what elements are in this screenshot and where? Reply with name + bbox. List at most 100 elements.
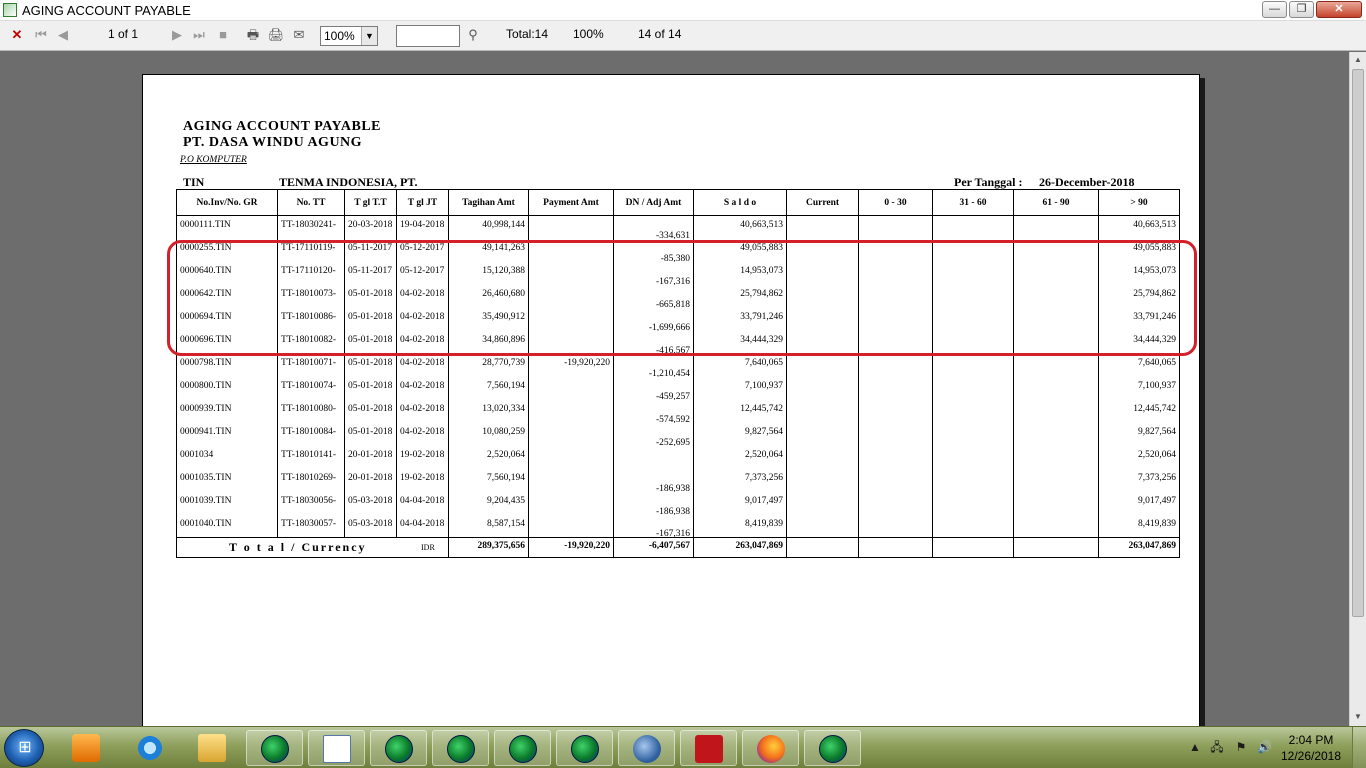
aging-over-90-cell: 7,640,065	[1098, 353, 1180, 377]
print-icon[interactable]: 🖶	[244, 26, 262, 44]
payment-amount-cell	[528, 514, 614, 538]
aging-31-60-cell	[932, 445, 1014, 469]
aging-over-90-cell: 2,520,064	[1098, 445, 1180, 469]
action-center-flag-icon[interactable]: ⚑	[1234, 740, 1248, 754]
column-header: T gl JT	[396, 189, 449, 216]
report-page: AGING ACCOUNT PAYABLE PT. DASA WINDU AGU…	[142, 74, 1200, 726]
table-row: 0000939.TIN TT-18010080- 05-01-2018 04-02-2…	[176, 399, 1180, 423]
current-cell	[786, 215, 859, 239]
total-over-90: 263,047,869	[1098, 537, 1180, 558]
taskbar-thunderbird[interactable]	[618, 730, 675, 766]
window-title: AGING ACCOUNT PAYABLE	[22, 3, 191, 18]
chevron-down-icon[interactable]: ▼	[361, 27, 377, 45]
invoice-number-cell: 0000798.TIN	[176, 353, 278, 377]
vertical-scrollbar[interactable]: ▲ ▼	[1349, 52, 1366, 726]
current-cell	[786, 491, 859, 515]
aging-over-90-cell: 8,419,839	[1098, 514, 1180, 538]
taskbar-spreadsheet[interactable]	[308, 730, 365, 766]
zoom-select[interactable]: 100% ▼	[320, 26, 378, 46]
previous-page-icon[interactable]: ◀	[54, 26, 72, 44]
taskbar-app-5[interactable]	[556, 730, 613, 766]
aging-61-90-cell	[1013, 491, 1099, 515]
export-icon[interactable]: ✉	[290, 26, 308, 44]
internet-explorer-icon	[136, 734, 164, 762]
stop-icon[interactable]: ■	[214, 26, 232, 44]
tt-number-cell: TT-18030241-	[277, 215, 345, 239]
close-button[interactable]: ✕	[1316, 1, 1362, 18]
invoice-number-cell: 0000800.TIN	[176, 376, 278, 400]
dn-adj-amount-cell: -459,257	[613, 376, 694, 400]
aging-0-30-cell	[858, 445, 933, 469]
column-header: 0 - 30	[858, 189, 933, 216]
search-text-input[interactable]	[396, 25, 460, 47]
payment-amount-cell	[528, 422, 614, 446]
tgl-tt-cell: 05-01-2018	[344, 376, 397, 400]
invoice-number-cell: 0000941.TIN	[176, 422, 278, 446]
invoice-number-cell: 0001039.TIN	[176, 491, 278, 515]
close-report-icon[interactable]: ✕	[8, 26, 26, 44]
dn-adj-amount-cell: -334,631	[613, 215, 694, 239]
aging-31-60-cell	[932, 514, 1014, 538]
tgl-tt-cell: 20-03-2018	[344, 215, 397, 239]
total-tagihan: 289,375,656	[448, 537, 529, 558]
total-label: T o t a l / Currency	[229, 540, 367, 554]
window-titlebar: AGING ACCOUNT PAYABLE — ❐ ✕	[0, 0, 1366, 21]
tagihan-amount-cell: 28,770,739	[448, 353, 529, 377]
payment-amount-cell	[528, 468, 614, 492]
currency-label: IDR	[421, 543, 435, 552]
taskbar-pdf-reader[interactable]	[680, 730, 737, 766]
show-desktop-button[interactable]	[1352, 727, 1366, 768]
taskbar-clock[interactable]: 2:04 PM 12/26/2018	[1280, 732, 1342, 764]
show-hidden-icons-icon[interactable]: ▲	[1188, 740, 1202, 754]
taskbar-firefox[interactable]	[742, 730, 799, 766]
first-page-icon[interactable]: ⏮	[32, 26, 50, 44]
taskbar-internet-explorer[interactable]	[122, 730, 179, 766]
minimize-button[interactable]: —	[1262, 1, 1287, 18]
start-button[interactable]: ⊞	[4, 729, 44, 767]
dn-adj-amount-value: -252,695	[655, 437, 690, 446]
taskbar-file-explorer[interactable]	[184, 730, 241, 766]
aging-0-30-cell	[858, 514, 933, 538]
column-header: Tagihan Amt	[448, 189, 529, 216]
taskbar-media-player[interactable]	[58, 730, 115, 766]
scroll-up-icon[interactable]: ▲	[1350, 52, 1366, 68]
tgl-jt-cell: 04-02-2018	[396, 399, 449, 423]
date-label: Per Tanggal :	[954, 175, 1023, 189]
company-name: PT. DASA WINDU AGUNG	[183, 135, 363, 150]
total-61-90	[1013, 537, 1099, 558]
taskbar-app-3[interactable]	[432, 730, 489, 766]
volume-icon[interactable]: 🔊	[1257, 740, 1272, 754]
binoculars-icon[interactable]: ⚲	[464, 26, 482, 44]
column-header: No.Inv/No. GR	[176, 189, 278, 216]
tt-number-cell: TT-18030056-	[277, 491, 345, 515]
column-header: DN / Adj Amt	[613, 189, 694, 216]
tgl-jt-cell: 19-02-2018	[396, 445, 449, 469]
taskbar-app-2[interactable]	[370, 730, 427, 766]
scroll-thumb[interactable]	[1352, 69, 1364, 617]
total-dn: -6,407,567	[613, 537, 694, 558]
globe-app-icon	[385, 735, 413, 763]
current-cell	[786, 376, 859, 400]
dn-adj-amount-value: -167,316	[655, 529, 690, 538]
taskbar-app-4[interactable]	[494, 730, 551, 766]
aging-61-90-cell	[1013, 215, 1099, 239]
report-toolbar: ✕ ⏮ ◀ 1 of 1 ▶ ⏭ ■ 🖶 🖨 ✉ 100% ▼ ⚲ Total:…	[0, 21, 1366, 51]
tgl-tt-cell: 05-01-2018	[344, 353, 397, 377]
scroll-down-icon[interactable]: ▼	[1350, 709, 1366, 725]
maximize-button[interactable]: ❐	[1289, 1, 1314, 18]
taskbar-app-6[interactable]	[804, 730, 861, 766]
network-icon[interactable]: 🖧	[1210, 740, 1224, 754]
aging-0-30-cell	[858, 491, 933, 515]
saldo-cell: 7,100,937	[693, 376, 787, 400]
tgl-jt-cell: 04-04-2018	[396, 514, 449, 538]
saldo-cell: 9,017,497	[693, 491, 787, 515]
next-page-icon[interactable]: ▶	[168, 26, 186, 44]
current-cell	[786, 353, 859, 377]
last-page-icon[interactable]: ⏭	[190, 26, 208, 44]
print-setup-icon[interactable]: 🖨	[267, 26, 285, 44]
report-viewer[interactable]: AGING ACCOUNT PAYABLE PT. DASA WINDU AGU…	[0, 52, 1349, 726]
aging-0-30-cell	[858, 468, 933, 492]
taskbar-app-1[interactable]	[246, 730, 303, 766]
invoice-number-cell: 0001034	[176, 445, 278, 469]
aging-61-90-cell	[1013, 514, 1099, 538]
